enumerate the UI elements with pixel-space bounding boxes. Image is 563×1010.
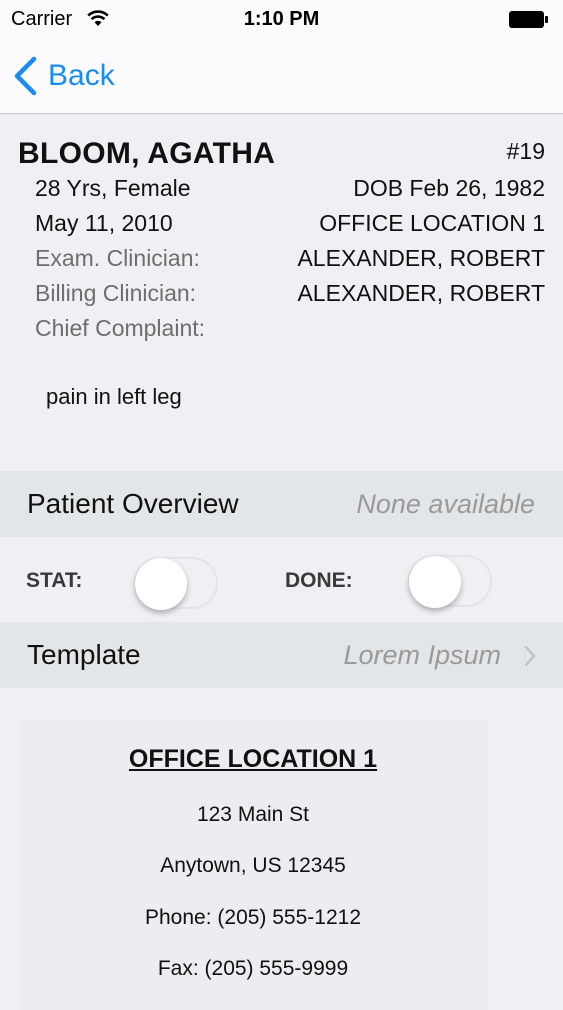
patient-overview-row[interactable]: Patient Overview None available [0,471,563,537]
navigation-bar: Back [0,40,563,114]
date-of-birth: DOB Feb 26, 1982 [353,175,545,201]
office-phone: Phone: (205) 555-1212 [145,906,361,929]
template-label: Template [27,639,141,670]
visit-location: OFFICE LOCATION 1 [319,210,545,236]
done-switch-knob [409,556,461,608]
done-label: DONE: [285,569,353,592]
battery-icon [509,11,548,28]
clock: 1:10 PM [243,8,320,30]
stat-switch-knob [135,558,187,610]
chevron-left-icon [12,56,38,101]
billing-clinician-value: ALEXANDER, ROBERT [297,280,545,306]
visit-date: May 11, 2010 [35,210,173,236]
status-bar: Carrier 1:10 PM [0,0,563,40]
back-label: Back [48,59,115,92]
template-row[interactable]: Template Lorem Ipsum [0,622,563,688]
patient-overview-value: None available [356,489,535,519]
stat-switch[interactable] [134,557,218,610]
office-location-title: OFFICE LOCATION 1 [128,745,378,773]
chief-complaint-label: Chief Complaint: [35,315,206,341]
stat-label: STAT: [26,569,83,592]
office-street: 123 Main St [196,803,310,826]
template-value: Lorem Ipsum [343,640,501,670]
office-city: Anytown, US 12345 [160,854,346,877]
chevron-right-icon [523,644,537,673]
age-sex: 28 Yrs, Female [35,175,191,201]
billing-clinician-label: Billing Clinician: [35,280,197,306]
patient-number: #19 [506,138,545,164]
patient-name: BLOOM, AGATHA [18,137,276,170]
patient-overview-label: Patient Overview [27,488,239,519]
exam-clinician-label: Exam. Clinician: [35,245,200,271]
office-fax: Fax: (205) 555-9999 [157,957,349,980]
exam-clinician-value: ALEXANDER, ROBERT [297,245,545,271]
chief-complaint-text: pain in left leg [46,384,182,409]
done-switch[interactable] [408,555,492,608]
